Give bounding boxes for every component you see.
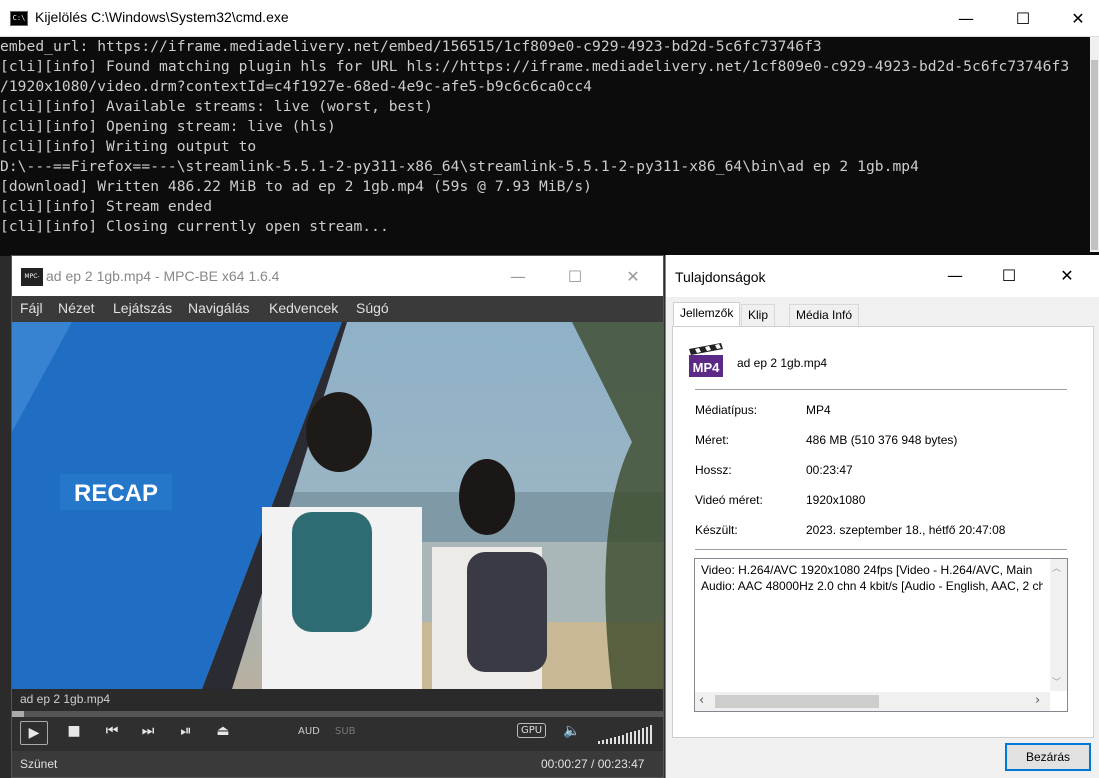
mp4-file-icon: MP4 bbox=[687, 341, 725, 379]
vertical-scrollbar[interactable]: ︿ ﹀ bbox=[1050, 559, 1067, 691]
size-value: 486 MB (510 376 948 bytes) bbox=[806, 433, 958, 447]
cmd-console-output[interactable]: embed_url: https://iframe.mediadelivery.… bbox=[0, 37, 1089, 252]
created-value: 2023. szeptember 18., hétfő 20:47:08 bbox=[806, 523, 1006, 537]
separator bbox=[695, 549, 1067, 550]
console-line: [cli][info] Available streams: live (wor… bbox=[0, 98, 433, 115]
video-size-label: Videó méret: bbox=[695, 493, 763, 507]
tab-clip[interactable]: Klip bbox=[741, 304, 776, 326]
file-name: ad ep 2 1gb.mp4 bbox=[737, 356, 828, 370]
menu-navigate[interactable]: Navigálás bbox=[188, 300, 249, 316]
size-label: Méret: bbox=[695, 433, 730, 447]
recap-label: RECAP bbox=[74, 480, 158, 507]
menu-play[interactable]: Lejátszás bbox=[113, 300, 172, 316]
console-line: [cli][info] Closing currently open strea… bbox=[0, 218, 389, 235]
cmd-maximize-button[interactable]: ☐ bbox=[1000, 0, 1046, 37]
created-label: Készült: bbox=[695, 523, 738, 537]
mpc-close-button[interactable]: ✕ bbox=[610, 258, 656, 295]
horizontal-scroll-thumb[interactable] bbox=[715, 695, 879, 708]
mpc-maximize-button[interactable]: ☐ bbox=[552, 258, 598, 295]
osd-filename: ad ep 2 1gb.mp4 bbox=[12, 689, 663, 711]
scroll-up-icon[interactable]: ︿ bbox=[1052, 561, 1061, 574]
eject-icon[interactable]: ⏏ bbox=[214, 723, 232, 739]
properties-title: Tulajdonságok bbox=[675, 269, 766, 285]
close-dialog-button[interactable]: Bezárás bbox=[1005, 743, 1091, 771]
audio-track-button[interactable]: AUD bbox=[298, 726, 320, 737]
media-type-value: MP4 bbox=[806, 403, 831, 417]
mpc-window-title: ad ep 2 1gb.mp4 - MPC-BE x64 1.6.4 bbox=[46, 268, 280, 284]
mpc-app-icon: MPC-BE bbox=[21, 268, 43, 298]
mpc-title-bar[interactable]: MPC-BE ad ep 2 1gb.mp4 - MPC-BE x64 1.6.… bbox=[12, 256, 663, 298]
cmd-window-title: Kijelölés C:\Windows\System32\cmd.exe bbox=[35, 9, 289, 25]
properties-title-bar[interactable]: Tulajdonságok — ☐ ✕ bbox=[666, 255, 1099, 297]
info-line: Video: H.264/AVC 1920x1080 24fps [Video … bbox=[701, 563, 1033, 577]
next-icon[interactable]: ⏭ bbox=[140, 723, 156, 739]
cmd-scrollbar-thumb[interactable] bbox=[1091, 60, 1098, 250]
duration-value: 00:23:47 bbox=[806, 463, 853, 477]
console-line: [download] Written 486.22 MiB to ad ep 2… bbox=[0, 178, 593, 195]
tab-media-info[interactable]: Média Infó bbox=[789, 304, 860, 326]
menu-view[interactable]: Nézet bbox=[58, 300, 95, 316]
scroll-down-icon[interactable]: ﹀ bbox=[1052, 675, 1061, 688]
duration-label: Hossz: bbox=[695, 463, 732, 477]
scroll-left-icon[interactable]: ‹ bbox=[699, 693, 704, 708]
menu-file[interactable]: Fájl bbox=[20, 300, 43, 316]
play-icon[interactable]: ▶ bbox=[20, 721, 48, 745]
console-line: /1920x1080/video.drm?contextId=c4f1927e-… bbox=[0, 78, 593, 95]
separator bbox=[695, 389, 1067, 390]
properties-close-button[interactable]: ✕ bbox=[1044, 257, 1090, 294]
cmd-app-icon: C:\ bbox=[10, 11, 28, 26]
cmd-title-bar[interactable]: C:\ Kijelölés C:\Windows\System32\cmd.ex… bbox=[0, 0, 1099, 37]
properties-maximize-button[interactable]: ☐ bbox=[986, 257, 1032, 294]
mpc-status-bar: Szünet 00:00:27 / 00:23:47 bbox=[12, 751, 663, 777]
console-line: [cli][info] Stream ended bbox=[0, 198, 213, 215]
details-pane: MP4 ad ep 2 1gb.mp4 Médiatípus: MP4 Mére… bbox=[672, 326, 1094, 738]
subtitle-button[interactable]: SUB bbox=[335, 726, 356, 737]
mpc-minimize-button[interactable]: — bbox=[495, 258, 541, 295]
console-line: [cli][info] Found matching plugin hls fo… bbox=[0, 58, 1070, 75]
gpu-indicator[interactable]: GPU bbox=[517, 723, 547, 738]
scroll-right-icon[interactable]: › bbox=[1035, 693, 1040, 708]
stream-info-textbox[interactable]: Video: H.264/AVC 1920x1080 24fps [Video … bbox=[694, 558, 1068, 712]
horizontal-scrollbar[interactable]: ‹ › bbox=[695, 692, 1050, 711]
playback-state: Szünet bbox=[20, 757, 58, 771]
mpc-controls-bar: ▶ ■ ⏮ ⏭ ⏯ ⏏ AUD SUB GPU 🔈 bbox=[12, 717, 663, 751]
video-scene: RECAP bbox=[12, 322, 663, 689]
console-line: [cli][info] Opening stream: live (hls) bbox=[0, 118, 336, 135]
playback-time: 00:00:27 / 00:23:47 bbox=[541, 757, 645, 771]
info-line: Audio: AAC 48000Hz 2.0 chn 4 kbit/s [Aud… bbox=[701, 579, 1043, 593]
video-size-value: 1920x1080 bbox=[806, 493, 866, 507]
media-type-label: Médiatípus: bbox=[695, 403, 758, 417]
stop-icon[interactable]: ■ bbox=[66, 723, 82, 739]
cmd-window: C:\ Kijelölés C:\Windows\System32\cmd.ex… bbox=[0, 0, 1099, 256]
properties-minimize-button[interactable]: — bbox=[932, 257, 978, 294]
svg-text:MP4: MP4 bbox=[693, 360, 721, 375]
frame-step-icon[interactable]: ⏯ bbox=[177, 723, 195, 739]
cmd-close-button[interactable]: ✕ bbox=[1055, 0, 1099, 37]
menu-favorites[interactable]: Kedvencek bbox=[269, 300, 338, 316]
tab-details[interactable]: Jellemzők bbox=[673, 302, 741, 327]
volume-slider[interactable] bbox=[598, 725, 654, 745]
console-line: embed_url: https://iframe.mediadelivery.… bbox=[0, 38, 822, 55]
volume-icon[interactable]: 🔈 bbox=[562, 723, 582, 739]
cmd-minimize-button[interactable]: — bbox=[943, 0, 989, 37]
properties-dialog: Tulajdonságok — ☐ ✕ Jellemzők Klip Média… bbox=[665, 255, 1099, 778]
console-line: D:\---==Firefox==---\streamlink-5.5.1-2-… bbox=[0, 158, 919, 175]
mpc-window: MPC-BE ad ep 2 1gb.mp4 - MPC-BE x64 1.6.… bbox=[11, 255, 664, 778]
video-frame[interactable]: RECAP bbox=[12, 322, 663, 689]
menu-help[interactable]: Súgó bbox=[356, 300, 389, 316]
console-line: [cli][info] Writing output to bbox=[0, 138, 257, 155]
mpc-menu-bar: Fájl Nézet Lejátszás Navigálás Kedvencek… bbox=[12, 296, 663, 322]
previous-icon[interactable]: ⏮ bbox=[104, 723, 120, 739]
